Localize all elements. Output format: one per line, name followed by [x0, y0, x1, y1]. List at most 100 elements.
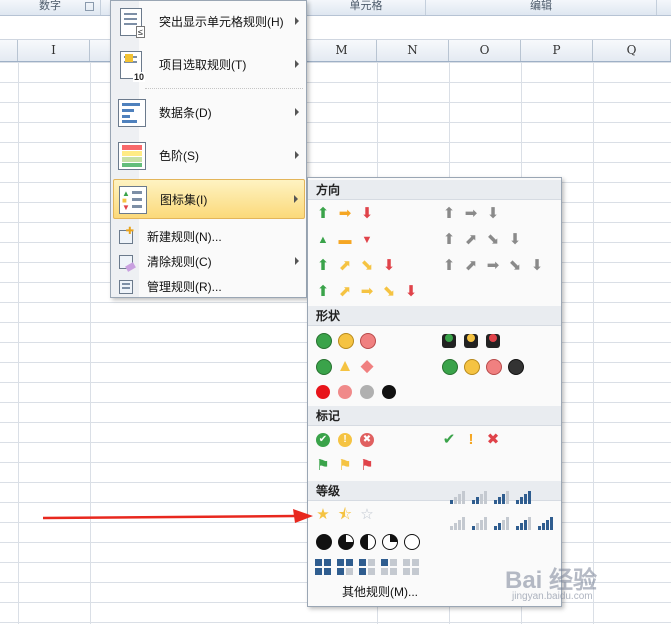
icon-set-3-arrows-gray[interactable]: ⬆ ➡ ⬇ — [440, 205, 502, 223]
icon-set-5-boxes[interactable] — [314, 558, 420, 576]
half-circle-icon — [358, 532, 376, 550]
icon-set-3-arrows-colored[interactable]: ⬆ ➡ ⬇ — [314, 205, 376, 223]
manage-rules-icon — [118, 278, 134, 294]
green-circle-icon — [314, 331, 332, 349]
menu-item-label: 管理规则(R)... — [147, 279, 222, 294]
conditional-formatting-menu: ≤ 突出显示单元格规则(H) 10 项目选取规则(T) 数据条(D) 色阶(S)… — [110, 0, 307, 298]
icon-set-3-symbols[interactable]: ✔ ! ✖ — [440, 431, 502, 449]
new-rule-icon: ✚ — [118, 226, 134, 244]
dialog-launcher-icon[interactable] — [85, 2, 94, 11]
icon-set-3-traffic-lights[interactable] — [314, 331, 376, 349]
arrow-right-icon: ➡ — [486, 257, 500, 274]
grid-line — [593, 62, 594, 624]
submenu-arrow-icon — [295, 108, 299, 116]
formula-bar[interactable] — [0, 16, 671, 40]
red-circle-icon — [314, 383, 332, 401]
signal-bars-2-icon — [484, 517, 509, 550]
check-icon: ✔ — [442, 431, 456, 448]
menu-item-label: 项目选取规则(T) — [159, 57, 247, 72]
three-quarter-circle-icon — [336, 532, 354, 550]
more-rules-link[interactable]: 其他规则(M)... — [342, 583, 418, 600]
icon-set-5-arrows-colored[interactable]: ⬆ ⬈ ➡ ⬊ ⬇ — [314, 283, 420, 301]
menu-item-new-rule[interactable]: ✚ 新建规则(N)... — [113, 224, 305, 248]
signal-bars-0-icon — [440, 517, 465, 550]
color-scales-icon — [116, 140, 146, 170]
icon-set-5-arrows-gray[interactable]: ⬆ ⬈ ➡ ⬊ ⬇ — [440, 257, 546, 275]
signal-bars-4-icon — [528, 517, 553, 550]
arrow-down-icon: ⬇ — [360, 205, 374, 222]
icon-set-red-to-black[interactable] — [314, 383, 398, 401]
arrow-down-right-icon: ⬊ — [382, 283, 396, 300]
star-empty-icon: ☆ — [360, 506, 374, 523]
menu-item-icon-sets[interactable]: ▲ ■ ▼ 图标集(I) — [113, 179, 305, 219]
icon-set-4-arrows-gray[interactable]: ⬆ ⬈ ⬊ ⬇ — [440, 231, 524, 249]
watermark-url: jingyan.baidu.com — [512, 591, 593, 602]
menu-item-label: 数据条(D) — [159, 105, 212, 120]
icon-set-3-traffic-lights-rimmed[interactable] — [440, 331, 502, 349]
arrow-up-icon: ⬆ — [316, 283, 330, 300]
quarter-circle-icon — [380, 532, 398, 550]
icon-set-3-signs[interactable]: ▲ ◆ — [314, 357, 376, 375]
icon-set-5-quarters[interactable] — [314, 532, 420, 550]
arrow-up-icon: ⬆ — [442, 257, 456, 274]
eraser-icon — [118, 253, 136, 272]
signal-bars-3-icon — [506, 517, 531, 550]
arrow-down-right-icon: ⬊ — [508, 257, 522, 274]
menu-item-top-bottom-rules[interactable]: 10 项目选取规则(T) — [113, 44, 305, 84]
check-circle-icon: ✔ — [314, 431, 332, 449]
arrow-down-icon: ⬇ — [486, 205, 500, 222]
icon-set-3-flags[interactable]: ⚑ ⚑ ⚑ — [314, 457, 376, 475]
menu-item-data-bars[interactable]: 数据条(D) — [113, 92, 305, 132]
icon-sets-icon: ▲ ■ ▼ — [117, 184, 147, 214]
icon-set-4-arrows-colored[interactable]: ⬆ ⬈ ⬊ ⬇ — [314, 257, 398, 275]
menu-item-manage-rules[interactable]: 管理规则(R)... — [113, 274, 305, 298]
column-header-row: I M N O P Q — [0, 40, 671, 62]
gray-circle-icon — [358, 383, 376, 401]
x-circle-icon: ✖ — [358, 431, 376, 449]
arrow-down-icon: ⬇ — [382, 257, 396, 274]
column-header-o[interactable]: O — [449, 40, 521, 61]
menu-item-label: 突出显示单元格规则(H) — [159, 14, 284, 29]
menu-item-label: 清除规则(C) — [147, 254, 212, 269]
menu-item-label: 色阶(S) — [159, 148, 199, 163]
icon-sets-submenu: 方向 ⬆ ➡ ⬇ ⬆ ➡ ⬇ ▲ ▬ ▼ ⬆ ⬈ ⬊ ⬇ ⬆ ⬈ ⬊ ⬇ ⬆ ⬈… — [307, 177, 562, 607]
boxes-2-icon — [358, 558, 376, 576]
icon-set-3-symbols-circled[interactable]: ✔ ! ✖ — [314, 431, 376, 449]
column-header-n[interactable]: N — [377, 40, 449, 61]
icon-set-5-ratings[interactable] — [440, 517, 553, 550]
dash-icon: ▬ — [338, 232, 352, 247]
icon-set-4-traffic-lights[interactable] — [440, 357, 524, 375]
signal-bars-1-icon — [462, 517, 487, 550]
menu-item-color-scales[interactable]: 色阶(S) — [113, 135, 305, 175]
boxes-4-icon — [314, 558, 332, 576]
green-light-icon — [440, 331, 458, 349]
menu-item-clear-rules[interactable]: 清除规则(C) — [113, 249, 305, 273]
submenu-arrow-icon — [295, 17, 299, 25]
select-all-corner[interactable] — [0, 40, 18, 61]
arrow-right-icon: ➡ — [464, 205, 478, 222]
column-header-q[interactable]: Q — [593, 40, 671, 61]
icon-set-3-stars[interactable]: ★ ⯪ ☆ — [314, 506, 376, 524]
arrow-down-right-icon: ⬊ — [360, 257, 374, 274]
data-bars-icon — [116, 97, 146, 127]
arrow-up-icon: ⬆ — [316, 205, 330, 222]
boxes-3-icon — [336, 558, 354, 576]
triangle-down-icon: ▼ — [361, 234, 373, 246]
column-header-i[interactable]: I — [18, 40, 90, 61]
section-title-indicators: 标记 — [308, 406, 561, 426]
menu-item-highlight-cells-rules[interactable]: ≤ 突出显示单元格规则(H) — [113, 1, 305, 41]
column-header-m[interactable]: M — [307, 40, 377, 61]
ribbon-group-cells: 单元格 — [307, 0, 426, 15]
yellow-triangle-icon: ▲ — [336, 356, 354, 375]
full-circle-icon — [314, 532, 332, 550]
arrow-down-icon: ⬇ — [404, 283, 418, 300]
top-bottom-rules-icon: 10 — [116, 49, 146, 82]
boxes-1-icon — [380, 558, 398, 576]
arrow-up-right-icon: ⬈ — [338, 257, 352, 274]
column-header-p[interactable]: P — [521, 40, 593, 61]
icon-set-3-triangles[interactable]: ▲ ▬ ▼ — [314, 231, 376, 249]
submenu-arrow-icon — [294, 195, 298, 203]
section-title-directional: 方向 — [308, 180, 561, 200]
ribbon-group-number-label: 数字 — [39, 0, 61, 12]
arrow-up-icon: ⬆ — [316, 257, 330, 274]
